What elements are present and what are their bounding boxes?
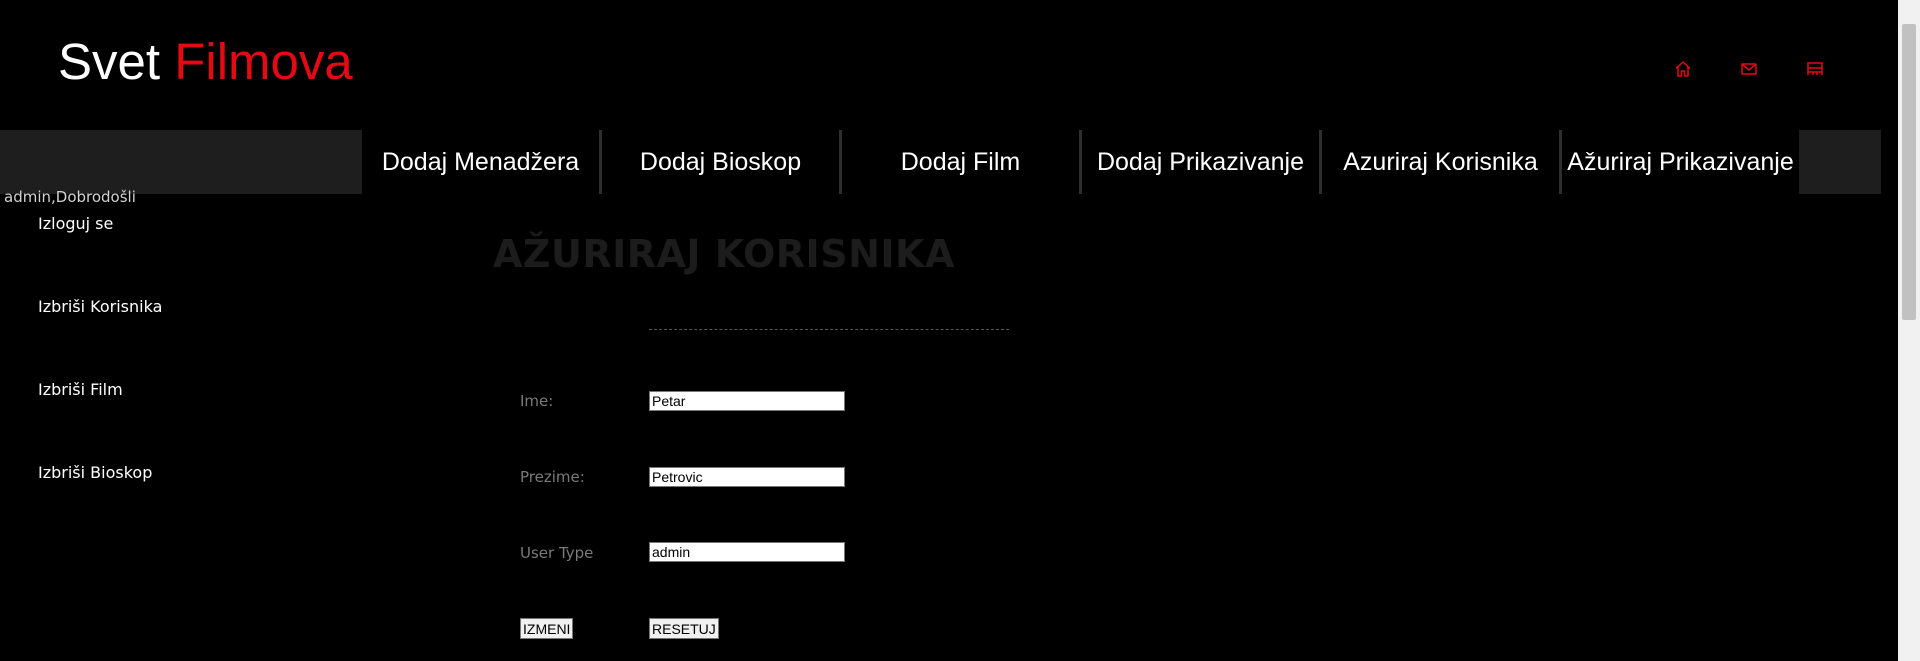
sidebar-item-izloguj-se[interactable]: Izloguj se [38, 214, 162, 297]
nav-menu: Dodaj Menadžera Dodaj Bioskop Dodaj Film… [362, 130, 1799, 194]
last-name-field[interactable] [649, 467, 845, 487]
form-divider [649, 329, 1009, 330]
sidebar-item-izbrisi-film[interactable]: Izbriši Film [38, 380, 162, 463]
resetuj-button[interactable]: RESETUJ [649, 618, 719, 639]
nav-item-azuriraj-prikazivanje[interactable]: Ažuriraj Prikazivanje [1562, 130, 1799, 194]
nav-item-dodaj-bioskop[interactable]: Dodaj Bioskop [602, 130, 842, 194]
header-icons [1672, 58, 1826, 80]
site-logo[interactable]: Svet Filmova [58, 30, 353, 94]
sidebar-item-izbrisi-korisnika[interactable]: Izbriši Korisnika [38, 297, 162, 380]
vertical-scrollbar[interactable] [1898, 0, 1920, 661]
first-name-field[interactable] [649, 391, 845, 411]
cinema-icon[interactable] [1804, 58, 1826, 80]
welcome-text: admin,Dobrodošli [4, 188, 136, 206]
scrollbar-thumb[interactable] [1902, 24, 1916, 320]
user-type-label: User Type [520, 544, 594, 562]
mail-icon[interactable] [1738, 58, 1760, 80]
izmeni-button[interactable]: IZMENI [520, 618, 574, 639]
nav-item-azuriraj-korisnika[interactable]: Azuriraj Korisnika [1322, 130, 1562, 194]
page: Svet Filmova Dodaj Menadžera Dodaj Biosk… [0, 0, 1920, 661]
main-navbar: Dodaj Menadžera Dodaj Bioskop Dodaj Film… [0, 130, 1881, 194]
logo-word-filmova: Filmova [174, 33, 353, 90]
sidebar-item-izbrisi-bioskop[interactable]: Izbriši Bioskop [38, 463, 162, 546]
sidebar: Izloguj se Izbriši Korisnika Izbriši Fil… [38, 214, 162, 546]
nav-item-dodaj-prikazivanje[interactable]: Dodaj Prikazivanje [1082, 130, 1322, 194]
user-type-field[interactable] [649, 542, 845, 562]
last-name-label: Prezime: [520, 468, 585, 486]
form-title: AŽURIRAJ KORISNIKA [493, 232, 955, 276]
logo-word-svet: Svet [58, 33, 161, 90]
home-icon[interactable] [1672, 58, 1694, 80]
nav-item-dodaj-menadzera[interactable]: Dodaj Menadžera [362, 130, 602, 194]
first-name-label: Ime: [520, 392, 554, 410]
nav-item-dodaj-film[interactable]: Dodaj Film [842, 130, 1082, 194]
